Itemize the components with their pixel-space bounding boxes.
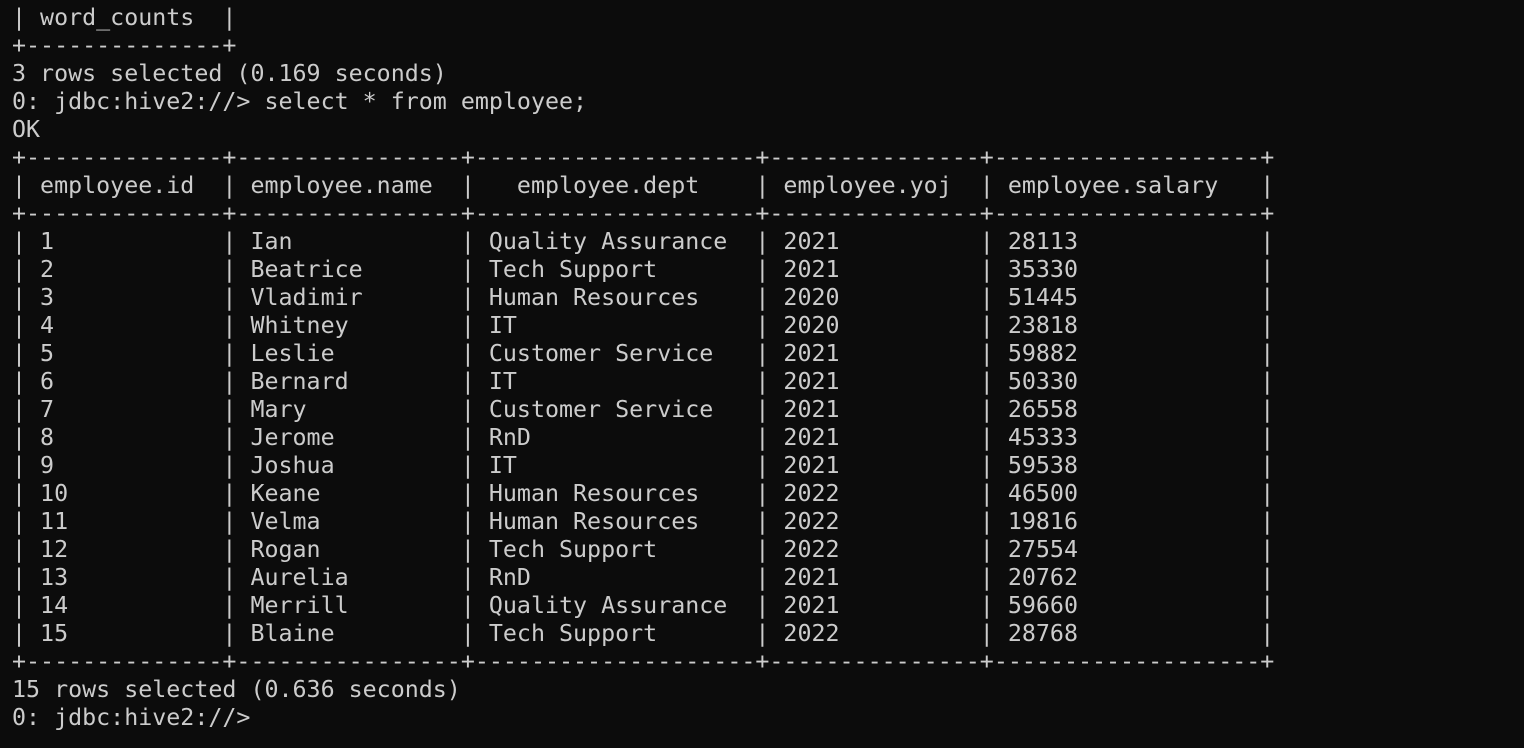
table-row: | 13 | Aurelia | RnD | 2021 | 20762 | — [12, 564, 1275, 591]
table-row: | 10 | Keane | Human Resources | 2022 | … — [12, 480, 1275, 507]
table-header-row: | employee.id | employee.name | employee… — [12, 172, 1275, 199]
table-row: | 7 | Mary | Customer Service | 2021 | 2… — [12, 396, 1275, 423]
table-row: | 11 | Velma | Human Resources | 2022 | … — [12, 508, 1275, 535]
output-line-previous-table-header: | word_counts | — [12, 4, 237, 31]
command-prompt[interactable]: 0: jdbc:hive2://> — [12, 704, 1512, 732]
table-row: | 6 | Bernard | IT | 2021 | 50330 | — [12, 368, 1275, 395]
output-line-result-summary: 15 rows selected (0.636 seconds) — [12, 676, 461, 703]
table-row: | 12 | Rogan | Tech Support | 2022 | 275… — [12, 536, 1275, 563]
output-line-previous-result-summary: 3 rows selected (0.169 seconds) — [12, 60, 447, 87]
output-line-ok: OK — [12, 116, 41, 143]
table-top-border: +--------------+----------------+-------… — [12, 144, 1275, 171]
table-header-border: +--------------+----------------+-------… — [12, 200, 1275, 227]
table-row: | 5 | Leslie | Customer Service | 2021 |… — [12, 340, 1275, 367]
table-bottom-border: +--------------+----------------+-------… — [12, 648, 1275, 675]
table-row: | 4 | Whitney | IT | 2020 | 23818 | — [12, 312, 1275, 339]
command-line-select-employee: 0: jdbc:hive2://> select * from employee… — [12, 88, 588, 115]
table-row: | 9 | Joshua | IT | 2021 | 59538 | — [12, 452, 1275, 479]
table-row: | 3 | Vladimir | Human Resources | 2020 … — [12, 284, 1275, 311]
table-row: | 15 | Blaine | Tech Support | 2022 | 28… — [12, 620, 1275, 647]
table-row: | 8 | Jerome | RnD | 2021 | 45333 | — [12, 424, 1275, 451]
table-row: | 14 | Merrill | Quality Assurance | 202… — [12, 592, 1275, 619]
table-row: | 1 | Ian | Quality Assurance | 2021 | 2… — [12, 228, 1275, 255]
output-line-previous-table-border: +--------------+ — [12, 32, 237, 59]
table-row: | 2 | Beatrice | Tech Support | 2021 | 3… — [12, 256, 1275, 283]
terminal-output[interactable]: | word_counts | +--------------+ 3 rows … — [12, 4, 1512, 732]
